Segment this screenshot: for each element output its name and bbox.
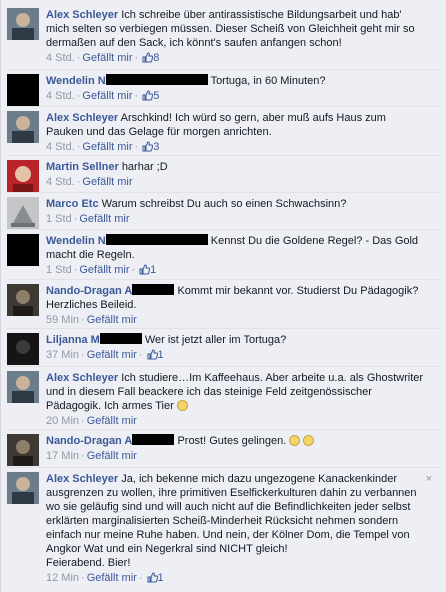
redaction-bar — [132, 284, 175, 295]
close-icon[interactable]: × — [426, 473, 432, 485]
comment-author[interactable]: Martin Sellner — [46, 161, 119, 173]
comment-text: harhar ;D — [121, 161, 168, 173]
redaction-bar — [105, 74, 208, 85]
like-count[interactable]: 3 — [153, 141, 159, 153]
comment-time[interactable]: 12 Min — [46, 572, 79, 584]
comment-author[interactable]: Wendelin N — [46, 75, 106, 87]
comment-time[interactable]: 4 Std. — [46, 90, 75, 102]
comment-text: Wer ist jetzt aller im Tortuga? — [144, 334, 287, 346]
comment-author[interactable]: Liljanna M — [46, 334, 100, 346]
divider — [7, 279, 440, 280]
sad-face-emoji-icon — [289, 435, 301, 446]
thumbs-up-icon — [147, 572, 158, 587]
like-button[interactable]: Gefällt mir — [82, 52, 132, 64]
comment-author[interactable]: Wendelin N — [46, 235, 106, 247]
comment-text: Warum schreibst Du auch so einen Schwach… — [101, 198, 347, 210]
avatar[interactable] — [7, 371, 39, 403]
thumbs-up-icon — [142, 90, 154, 105]
comment-time[interactable]: 1 Std — [46, 213, 72, 225]
avatar[interactable] — [7, 111, 39, 143]
comment-time[interactable]: 1 Std — [46, 264, 72, 276]
comment-time[interactable]: 4 Std. — [46, 141, 75, 153]
divider — [7, 192, 440, 193]
redaction-bar — [105, 234, 208, 245]
comment-author[interactable]: Alex Schleyer — [46, 9, 118, 21]
comment-time[interactable]: 4 Std. — [46, 52, 75, 64]
like-count[interactable]: 8 — [153, 52, 159, 64]
thumbs-up-icon — [142, 141, 154, 156]
comment-time[interactable]: 37 Min — [46, 349, 79, 361]
avatar[interactable] — [7, 333, 39, 365]
comment-author[interactable]: Nando-Dragan A — [46, 435, 132, 447]
divider — [7, 155, 440, 156]
smile-emoji-icon — [303, 435, 315, 446]
like-button[interactable]: Gefällt mir — [87, 314, 137, 326]
like-button[interactable]: Gefällt mir — [87, 415, 137, 427]
comment-author[interactable]: Alex Schleyer — [46, 473, 118, 485]
divider — [7, 69, 440, 70]
like-button[interactable]: Gefällt mir — [82, 90, 132, 102]
comment-author[interactable]: Marco Etc — [46, 198, 99, 210]
avatar[interactable] — [7, 8, 39, 40]
divider — [7, 467, 440, 468]
like-count[interactable]: 1 — [150, 264, 156, 276]
comment-author[interactable]: Nando-Dragan A — [46, 285, 132, 297]
like-button[interactable]: Gefällt mir — [87, 450, 137, 462]
avatar[interactable] — [7, 234, 39, 266]
comment-text: Ja, ich bekenne mich dazu ungezogene Kan… — [46, 473, 417, 555]
divider — [7, 229, 440, 230]
thumbs-up-icon — [139, 264, 151, 279]
redaction-bar — [132, 434, 175, 445]
avatar[interactable] — [7, 74, 39, 106]
comment-author[interactable]: Alex Schleyer — [46, 372, 118, 384]
avatar[interactable] — [7, 160, 39, 192]
avatar[interactable] — [7, 472, 39, 504]
comment-feed: Alex Schleyer Ich schreibe über antirass… — [0, 0, 446, 592]
divider — [7, 106, 440, 107]
redaction-bar — [99, 333, 142, 344]
like-count[interactable]: 1 — [158, 349, 164, 361]
divider — [7, 328, 440, 329]
comment-time[interactable]: 4 Std. — [46, 176, 75, 188]
like-count[interactable]: 1 — [158, 572, 164, 584]
like-button[interactable]: Gefällt mir — [79, 213, 129, 225]
comment-text: Prost! Gutes gelingen. — [177, 435, 287, 447]
avatar[interactable] — [7, 197, 39, 229]
avatar[interactable] — [7, 284, 39, 316]
comment-text: Tortuga, in 60 Minuten? — [210, 75, 326, 87]
comment-time[interactable]: 59 Min — [46, 314, 79, 326]
comment-text-line: Feierabend. Bier! — [46, 557, 131, 569]
comment-time[interactable]: 20 Min — [46, 415, 79, 427]
avatar[interactable] — [7, 434, 39, 466]
like-button[interactable]: Gefällt mir — [82, 141, 132, 153]
like-button[interactable]: Gefällt mir — [79, 264, 129, 276]
like-button[interactable]: Gefällt mir — [87, 349, 137, 361]
sad-face-emoji-icon — [176, 400, 188, 411]
like-button[interactable]: Gefällt mir — [82, 176, 132, 188]
divider — [7, 366, 440, 367]
thumbs-up-icon — [142, 52, 154, 67]
thumbs-up-icon — [147, 349, 158, 364]
divider — [7, 429, 440, 430]
comment-author[interactable]: Alex Schleyer — [46, 112, 118, 124]
like-button[interactable]: Gefällt mir — [87, 572, 137, 584]
comment-time[interactable]: 17 Min — [46, 450, 79, 462]
like-count[interactable]: 5 — [153, 90, 159, 102]
